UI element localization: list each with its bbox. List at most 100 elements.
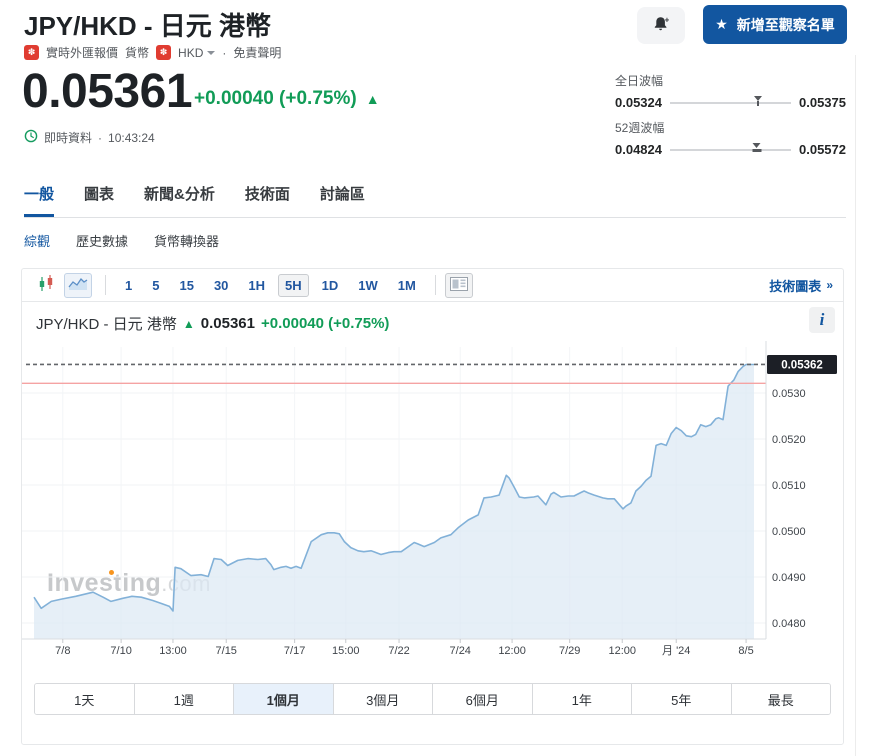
day-range-slider[interactable]	[670, 102, 791, 104]
realtime-row: 即時資料 · 10:43:24	[24, 129, 155, 146]
svg-text:0.0490: 0.0490	[772, 572, 806, 584]
svg-text:+: +	[665, 15, 670, 24]
svg-text:7/29: 7/29	[559, 645, 580, 657]
period-1-year[interactable]: 1年	[532, 684, 632, 714]
period-1-day[interactable]: 1天	[35, 684, 134, 714]
realtime-time: 10:43:24	[108, 131, 155, 145]
svg-text:7/15: 7/15	[216, 645, 237, 657]
timeframe-1m[interactable]: 1M	[391, 274, 423, 297]
svg-text:12:00: 12:00	[498, 645, 526, 657]
period-bar: 1天 1週 1個月 3個月 6個月 1年 5年 最長	[34, 683, 831, 715]
timeframe-1d[interactable]: 1D	[315, 274, 346, 297]
period-1-month[interactable]: 1個月	[233, 684, 333, 714]
day-range-low: 0.05324	[615, 95, 662, 110]
chart-instrument-title: JPY/HKD - 日元 港幣	[36, 313, 177, 334]
period-3-months[interactable]: 3個月	[333, 684, 433, 714]
tab-news-analysis[interactable]: 新聞&分析	[144, 183, 215, 217]
period-6-months[interactable]: 6個月	[432, 684, 532, 714]
day-range-marker	[754, 96, 762, 106]
breadcrumb-category-link[interactable]: 貨幣	[125, 44, 149, 61]
news-icon	[450, 277, 468, 294]
tab-general[interactable]: 一般	[24, 183, 54, 217]
chart-price-change: +0.00040 (+0.75%)	[261, 315, 389, 332]
svg-text:7/22: 7/22	[388, 645, 409, 657]
technical-chart-link-label: 技術圖表	[769, 276, 821, 295]
chart-last-price: 0.05361	[201, 315, 255, 332]
week52-range-marker	[752, 143, 761, 152]
tab-technical[interactable]: 技術面	[245, 183, 290, 217]
news-overlay-button[interactable]	[445, 273, 473, 298]
chart-up-arrow-icon: ▲	[183, 317, 195, 331]
sub-tabs: 綜觀 歷史數據 貨幣轉換器	[24, 231, 219, 250]
svg-text:13:00: 13:00	[159, 645, 187, 657]
tab-chart[interactable]: 圖表	[84, 183, 114, 217]
week52-range-label: 52週波幅	[615, 119, 846, 136]
day-range-high: 0.05375	[799, 95, 846, 110]
timeframe-1w[interactable]: 1W	[351, 274, 385, 297]
period-1-week[interactable]: 1週	[134, 684, 234, 714]
day-range-label: 全日波幅	[615, 72, 846, 89]
svg-text:0.0480: 0.0480	[772, 618, 806, 630]
timeframe-1h[interactable]: 1H	[241, 274, 272, 297]
dot-separator: ·	[222, 46, 226, 60]
instrument-page: JPY/HKD - 日元 港幣 ✽ 實時外匯報價 貨幣 ✽ HKD · 免責聲明…	[0, 0, 870, 756]
price-change-value: +0.00040 (+0.75%)	[194, 88, 357, 110]
create-alert-button[interactable]: +	[637, 7, 685, 44]
svg-text:月 '24: 月 '24	[662, 645, 690, 657]
subtab-currency-converter[interactable]: 貨幣轉換器	[154, 231, 219, 250]
svg-text:8/5: 8/5	[738, 645, 753, 657]
period-max[interactable]: 最長	[731, 684, 831, 714]
clock-icon	[24, 129, 38, 146]
tab-discussion[interactable]: 討論區	[320, 183, 365, 217]
add-to-watchlist-button[interactable]: ★ 新增至觀察名單	[703, 5, 847, 44]
realtime-label: 即時資料	[44, 129, 92, 146]
currency-dropdown-label: HKD	[178, 46, 203, 60]
day-range-row: 0.05324 0.05375	[615, 95, 846, 110]
subtab-historical-data[interactable]: 歷史數據	[76, 231, 128, 250]
toolbar-divider	[435, 275, 436, 295]
chart-title-row: JPY/HKD - 日元 港幣 ▲ 0.05361 +0.00040 (+0.7…	[36, 313, 389, 334]
star-icon: ★	[715, 16, 728, 33]
week52-range-slider[interactable]	[670, 149, 791, 151]
technical-chart-link[interactable]: 技術圖表 »	[769, 276, 833, 295]
svg-text:0.0520: 0.0520	[772, 434, 806, 446]
period-5-years[interactable]: 5年	[631, 684, 731, 714]
svg-text:12:00: 12:00	[608, 645, 636, 657]
timeframe-5h[interactable]: 5H	[278, 274, 309, 297]
last-price: 0.05361	[22, 64, 192, 119]
price-change: +0.00040 (+0.75%) ▲	[194, 88, 380, 110]
area-chart-button[interactable]	[64, 273, 92, 298]
timeframe-5[interactable]: 5	[145, 274, 166, 297]
svg-text:7/24: 7/24	[450, 645, 471, 657]
week52-range-high: 0.05572	[799, 142, 846, 157]
timeframe-1[interactable]: 1	[118, 274, 139, 297]
hkd-flag-icon: ✽	[156, 45, 171, 60]
watchlist-button-label: 新增至觀察名單	[737, 15, 835, 35]
caret-down-icon	[207, 51, 215, 55]
up-arrow-icon: ▲	[366, 91, 380, 107]
breadcrumb-quotes-link[interactable]: 實時外匯報價	[46, 44, 118, 61]
chart-card: 1 5 15 30 1H 5H 1D 1W 1M	[21, 268, 844, 745]
week52-range-row: 0.04824 0.05572	[615, 142, 846, 157]
price-chart[interactable]: 7/87/1013:007/157/1715:007/227/2412:007/…	[22, 341, 843, 671]
svg-text:15:00: 15:00	[332, 645, 360, 657]
page-title: JPY/HKD - 日元 港幣	[24, 6, 271, 43]
candlestick-chart-button[interactable]	[32, 273, 60, 298]
bell-plus-icon: +	[651, 14, 671, 37]
area-chart-icon	[68, 276, 88, 295]
ranges-panel: 全日波幅 0.05324 0.05375 52週波幅 0.04824 0.055…	[615, 72, 846, 166]
svg-text:0.0530: 0.0530	[772, 388, 806, 400]
timeframe-15[interactable]: 15	[172, 274, 200, 297]
svg-text:7/17: 7/17	[284, 645, 305, 657]
main-tabs: 一般 圖表 新聞&分析 技術面 討論區	[24, 183, 846, 218]
subtab-overview[interactable]: 綜觀	[24, 231, 50, 250]
content-divider	[855, 55, 856, 756]
info-button[interactable]: i	[809, 307, 835, 333]
toolbar-divider	[105, 275, 106, 295]
currency-dropdown[interactable]: HKD	[178, 46, 215, 60]
timeframe-30[interactable]: 30	[207, 274, 235, 297]
disclaimer-link[interactable]: 免責聲明	[233, 44, 281, 61]
svg-text:0.0510: 0.0510	[772, 480, 806, 492]
candlestick-icon	[37, 274, 55, 297]
svg-text:7/10: 7/10	[110, 645, 131, 657]
